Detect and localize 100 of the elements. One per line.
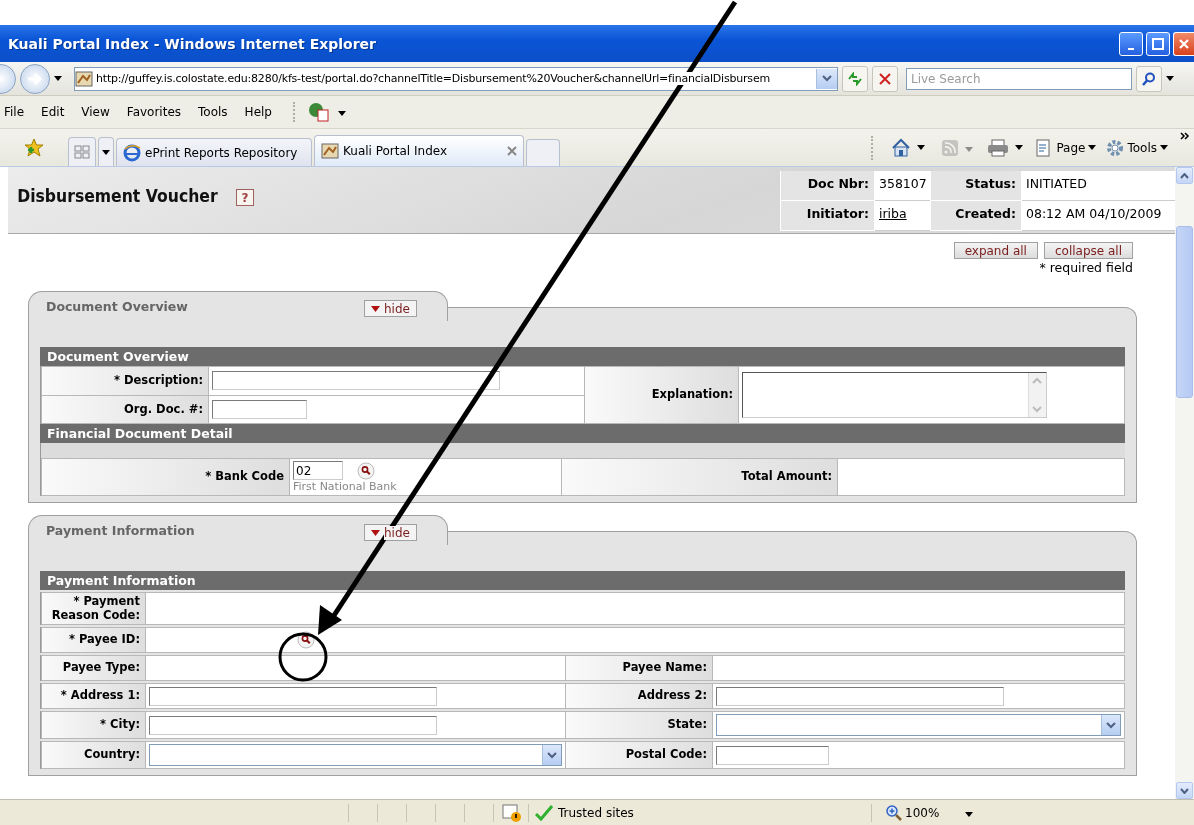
triangle-icon	[371, 529, 380, 536]
page-icon	[321, 143, 339, 159]
scroll-thumb[interactable]	[1176, 226, 1193, 398]
bank-name: First National Bank	[293, 480, 397, 493]
refresh-button[interactable]	[842, 65, 868, 92]
field-label: Explanation:	[585, 367, 738, 423]
add-favorite-icon[interactable]	[24, 137, 44, 158]
text-field[interactable]	[212, 399, 307, 419]
field-label: Total Amount:	[562, 459, 837, 495]
hide-button[interactable]: hide	[364, 300, 417, 317]
address-dropdown-button[interactable]	[816, 68, 837, 89]
menu-item[interactable]: Favorites	[120, 105, 193, 119]
forward-button[interactable]	[20, 63, 50, 94]
search-icon[interactable]	[357, 461, 375, 480]
text-field[interactable]	[149, 715, 437, 735]
browser-tab[interactable]: ePrint Reports Repository	[116, 138, 312, 166]
subsection-header: Financial Document Detail	[40, 424, 1125, 443]
field-label: Payee Type:	[42, 656, 145, 680]
menu-item[interactable]: Help	[238, 105, 283, 119]
zoom-level[interactable]: 100%	[905, 805, 940, 820]
section-title: Payment Information	[46, 523, 196, 538]
menu-item[interactable]: File	[0, 105, 36, 119]
printer-icon[interactable]	[987, 138, 1010, 157]
security-zone: Trusted sites	[558, 805, 634, 820]
field-label: * Description:	[42, 367, 208, 395]
gear-icon	[1106, 138, 1125, 157]
caret-icon	[1160, 145, 1168, 150]
search-options-caret-icon	[1166, 76, 1174, 81]
page-icon	[75, 70, 93, 87]
search-button[interactable]	[1136, 65, 1162, 92]
forward-arrow-icon	[27, 71, 43, 86]
text-field[interactable]	[716, 686, 1004, 706]
chevron-icon[interactable]	[1180, 131, 1190, 140]
field-label: Country:	[42, 742, 145, 768]
toggle-all-button[interactable]: collapse all	[1043, 242, 1133, 259]
tab-list-button[interactable]	[98, 137, 114, 166]
info-label: Initiator:	[780, 201, 875, 231]
zoom-caret-icon	[965, 811, 974, 817]
search-icon	[1142, 71, 1156, 86]
field-label: Address 2:	[566, 684, 712, 708]
globe-pdf-icon	[307, 102, 330, 122]
maximize-button[interactable]	[1146, 31, 1170, 56]
annotation-circle	[278, 632, 328, 682]
info-value: 08:12 AM 04/10/2009	[1026, 206, 1162, 221]
info-label: Doc Nbr:	[780, 171, 875, 201]
text-field[interactable]	[716, 745, 829, 765]
close-button[interactable]	[1173, 31, 1194, 56]
dropdown-icon[interactable]	[1106, 721, 1116, 729]
scroll-up-icon[interactable]	[1180, 172, 1189, 179]
field-label: * Payee ID:	[42, 628, 145, 652]
section-title: Document Overview	[46, 299, 189, 314]
popup-warning-icon[interactable]	[502, 803, 522, 822]
address-field[interactable]: http://guffey.is.colostate.edu:8280/kfs-test/portal.do?channelTitle=Disbursement%20Voucher&channelUrl=financialDisbursem	[74, 66, 838, 91]
tools-menu[interactable]: Tools	[1106, 138, 1168, 157]
caret-icon	[337, 111, 346, 116]
search-field[interactable]: Live Search	[906, 67, 1132, 90]
menu-item[interactable]: Tools	[192, 105, 239, 119]
close-tab-icon[interactable]	[507, 146, 517, 156]
window-title: Kuali Portal Index - Windows Internet Explorer	[8, 35, 377, 52]
globe-e-icon	[123, 143, 141, 162]
subsection-header: Payment Information	[40, 571, 1125, 590]
field-label: * Bank Code	[42, 459, 289, 495]
menu-item[interactable]: View	[75, 105, 121, 119]
history-caret-icon	[54, 76, 62, 81]
field-label: * Address 1:	[42, 684, 145, 708]
dropdown-icon	[822, 75, 832, 82]
field-label: * City:	[42, 712, 145, 738]
field-label: Postal Code:	[566, 742, 712, 768]
maximize-icon	[1152, 37, 1164, 50]
page-title: Disbursement Voucher	[16, 185, 218, 208]
toggle-all-button[interactable]: expand all	[953, 242, 1038, 259]
help-button[interactable]: ?	[235, 189, 254, 206]
dropdown-icon[interactable]	[547, 751, 557, 759]
text-field[interactable]	[149, 686, 437, 706]
field-label: Org. Doc. #:	[42, 395, 208, 423]
check-icon	[535, 804, 553, 821]
minimize-button[interactable]	[1119, 31, 1143, 56]
page-menu[interactable]: Page	[1035, 138, 1097, 157]
text-field[interactable]	[212, 371, 500, 391]
subsection-header: Document Overview	[40, 347, 1125, 366]
browser-tab[interactable]: Kuali Portal Index	[314, 135, 524, 166]
close-icon	[1178, 37, 1190, 50]
hide-button[interactable]: hide	[364, 524, 417, 541]
info-label: Status:	[930, 171, 1022, 201]
info-value: 358107	[879, 176, 927, 191]
triangle-icon	[371, 305, 380, 312]
stop-icon	[879, 72, 891, 85]
minimize-icon	[1128, 47, 1134, 50]
caret-icon	[965, 146, 974, 152]
home-icon[interactable]	[891, 137, 912, 158]
search-icon[interactable]	[297, 631, 315, 649]
menu-item[interactable]: Edit	[35, 105, 76, 119]
refresh-icon	[847, 71, 863, 86]
scrollbar[interactable]	[1175, 167, 1194, 799]
text-field[interactable]: 02	[293, 461, 343, 480]
info-value: INITIATED	[1026, 176, 1087, 191]
scroll-down-icon[interactable]	[1180, 787, 1189, 794]
stop-button[interactable]	[872, 65, 898, 92]
info-label: Created:	[930, 201, 1022, 231]
zoom-icon[interactable]	[886, 804, 902, 821]
